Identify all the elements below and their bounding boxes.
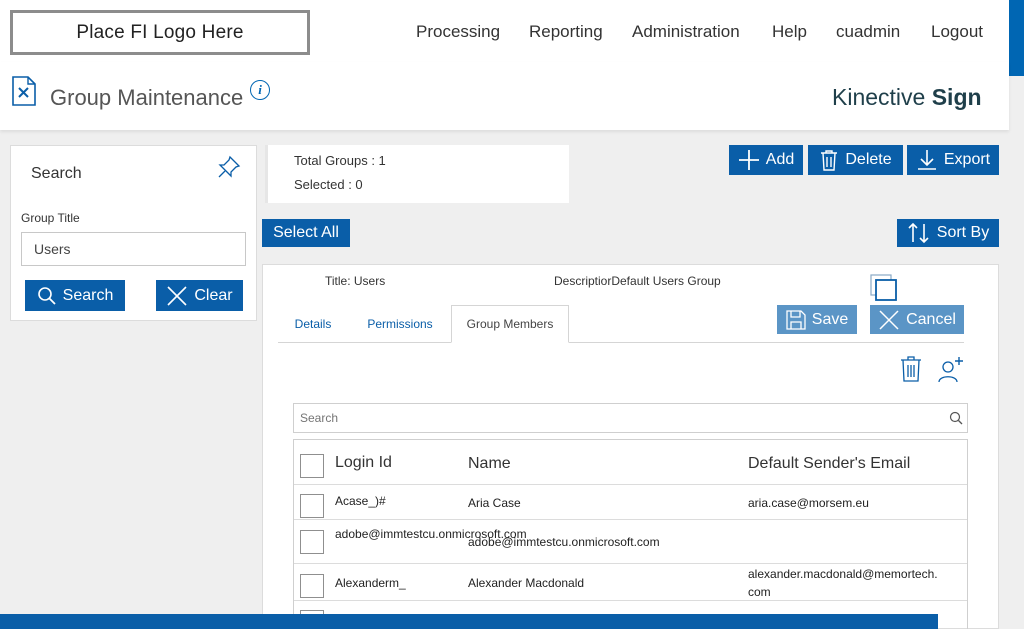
nav-processing[interactable]: Processing [416, 22, 500, 42]
login-id-cell: Alexanderm_ [335, 576, 406, 590]
tab-permissions[interactable]: Permissions [356, 305, 444, 343]
row-checkbox[interactable] [300, 574, 324, 598]
login-id-cell: Acase_)# [335, 494, 386, 508]
pin-icon[interactable] [216, 154, 242, 180]
close-icon [879, 309, 899, 330]
row-checkbox[interactable] [300, 530, 324, 554]
brand-bold: Sign [931, 84, 982, 110]
selected-count-text: Selected : 0 [294, 177, 363, 192]
add-button-label: Add [765, 151, 795, 168]
save-button[interactable]: Save [777, 305, 857, 334]
table-row[interactable]: Alexanderm_ Alexander Macdonald alexande… [294, 564, 967, 601]
save-button-label: Save [811, 310, 849, 328]
delete-button-label: Delete [845, 151, 892, 168]
column-header-login-id[interactable]: Login Id [335, 454, 392, 472]
download-icon [917, 150, 936, 170]
cancel-button[interactable]: Cancel [870, 305, 964, 334]
members-search-box [293, 403, 968, 433]
search-panel-title: Search [31, 165, 82, 182]
tab-group-members[interactable]: Group Members [451, 305, 569, 343]
nav-logout[interactable]: Logout [931, 22, 983, 42]
export-button-label: Export [943, 151, 991, 168]
remove-member-icon[interactable] [899, 355, 923, 383]
members-search-input[interactable] [294, 404, 934, 432]
select-all-label: Select All [273, 224, 339, 241]
search-icon [37, 286, 56, 305]
close-icon [167, 285, 187, 306]
login-id-cell: adobe@immtestcu.onmicrosoft.com [335, 527, 527, 541]
search-icon[interactable] [949, 411, 963, 425]
search-button[interactable]: Search [25, 280, 125, 311]
column-header-email[interactable]: Default Sender's Email [748, 455, 910, 473]
horizontal-scrollbar[interactable] [0, 614, 938, 629]
trash-icon [821, 150, 838, 171]
groups-summary: Total Groups : 1 Selected : 0 [265, 145, 569, 203]
search-panel: Search Group Title Search Clear [10, 145, 257, 321]
nav-help[interactable]: Help [772, 22, 807, 42]
nav-user-cuadmin[interactable]: cuadmin [836, 22, 900, 42]
brand-regular: Kinective [832, 84, 926, 110]
clear-button[interactable]: Clear [156, 280, 243, 311]
export-button[interactable]: Export [907, 145, 999, 175]
group-title-text: Title: Users [325, 274, 386, 288]
scrollbar-strip[interactable] [1009, 0, 1024, 76]
cancel-button-label: Cancel [906, 310, 956, 328]
sort-icon [908, 222, 929, 244]
table-row[interactable]: Acase_)# Aria Case aria.case@morsem.eu [294, 485, 967, 520]
table-row[interactable]: adobe@immtestcu.onmicrosoft.com adobe@im… [294, 520, 967, 564]
nav-reporting[interactable]: Reporting [529, 22, 603, 42]
save-icon [786, 309, 806, 330]
copy-icon[interactable] [870, 274, 898, 302]
page-title: Group Maintenance [50, 85, 244, 110]
total-groups-text: Total Groups : 1 [294, 153, 386, 168]
search-button-label: Search [62, 286, 114, 304]
document-icon [12, 76, 36, 106]
page-header: Group Maintenance i Kinective Sign [0, 62, 1009, 130]
group-title-input[interactable] [21, 232, 246, 266]
add-member-icon[interactable] [937, 355, 965, 383]
clear-button-label: Clear [194, 286, 233, 304]
detail-tabs: Details Permissions Group Members [278, 305, 964, 343]
name-cell: Alexander Macdonald [468, 576, 585, 590]
table-header-row: Login Id Name Default Sender's Email [294, 440, 967, 485]
group-description-text: DescriptiorDefault Users Group [554, 274, 721, 288]
row-checkbox[interactable] [300, 494, 324, 518]
column-header-name[interactable]: Name [468, 455, 511, 473]
group-title-label: Group Title [21, 211, 80, 225]
email-cell: alexander.macdonald@memortech.com [748, 567, 938, 599]
delete-button[interactable]: Delete [808, 145, 903, 175]
members-table: Login Id Name Default Sender's Email Aca… [293, 439, 968, 629]
select-all-button[interactable]: Select All [262, 219, 350, 247]
name-cell: adobe@immtestcu.onmicrosoft.com [468, 535, 660, 549]
group-detail-panel: Title: Users DescriptiorDefault Users Gr… [262, 264, 999, 629]
select-all-members-checkbox[interactable] [300, 454, 324, 478]
plus-icon [738, 150, 759, 170]
email-cell: aria.case@morsem.eu [748, 496, 869, 510]
nav-administration[interactable]: Administration [632, 22, 740, 42]
name-cell: Aria Case [468, 496, 521, 510]
top-navigation-bar: Place FI Logo Here Processing Reporting … [0, 0, 1009, 62]
add-button[interactable]: Add [729, 145, 803, 175]
brand-logo: Kinective Sign [832, 84, 982, 111]
fi-logo-placeholder: Place FI Logo Here [10, 10, 310, 55]
sort-by-label: Sort By [936, 224, 990, 241]
sort-by-button[interactable]: Sort By [897, 219, 999, 247]
info-icon[interactable]: i [250, 80, 270, 100]
tab-details[interactable]: Details [278, 305, 348, 343]
